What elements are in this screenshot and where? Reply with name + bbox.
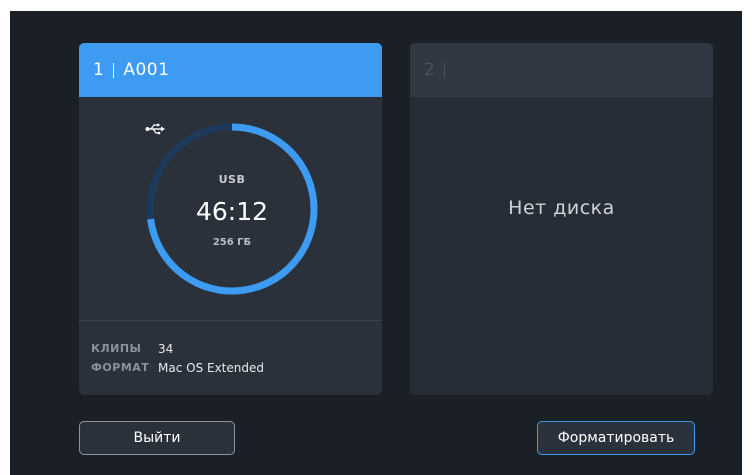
slot-1-number: 1 bbox=[93, 60, 105, 80]
capacity-ring: USB 46:12 256 ГБ bbox=[145, 122, 319, 296]
time-remaining: 46:12 bbox=[195, 197, 269, 226]
slot-2-number: 2 bbox=[424, 60, 436, 80]
ring-center: USB 46:12 256 ГБ bbox=[145, 122, 319, 296]
format-button[interactable]: Форматировать bbox=[537, 421, 695, 455]
format-value: Mac OS Extended bbox=[158, 360, 264, 375]
exit-button[interactable]: Выйти bbox=[79, 421, 235, 455]
no-disk-message: Нет диска bbox=[508, 197, 615, 219]
clips-label: КЛИПЫ bbox=[91, 342, 142, 355]
storage-screen: 1 A001 USB 46:12 256 ГБ КЛИПЫ 34 ФОРМАТ … bbox=[10, 11, 742, 475]
slot-1-name: A001 bbox=[123, 60, 170, 80]
card-divider bbox=[79, 320, 382, 321]
clips-value: 34 bbox=[158, 341, 174, 356]
clips-row: КЛИПЫ 34 bbox=[91, 339, 264, 358]
usb-icon bbox=[145, 123, 165, 135]
media-capacity: 256 ГБ bbox=[212, 237, 252, 248]
slot-1-info: КЛИПЫ 34 ФОРМАТ Mac OS Extended bbox=[91, 339, 264, 377]
header-separator bbox=[444, 62, 446, 78]
media-slot-1[interactable]: 1 A001 USB 46:12 256 ГБ КЛИПЫ 34 ФОРМАТ … bbox=[79, 43, 382, 395]
slot-2-header: 2 bbox=[410, 43, 713, 97]
format-label: ФОРМАТ bbox=[91, 361, 150, 374]
format-row: ФОРМАТ Mac OS Extended bbox=[91, 358, 264, 377]
header-separator bbox=[113, 62, 115, 78]
slot-1-header: 1 A001 bbox=[79, 43, 382, 97]
media-type-label: USB bbox=[218, 173, 246, 186]
media-slot-2[interactable]: 2 Нет диска bbox=[410, 43, 713, 395]
